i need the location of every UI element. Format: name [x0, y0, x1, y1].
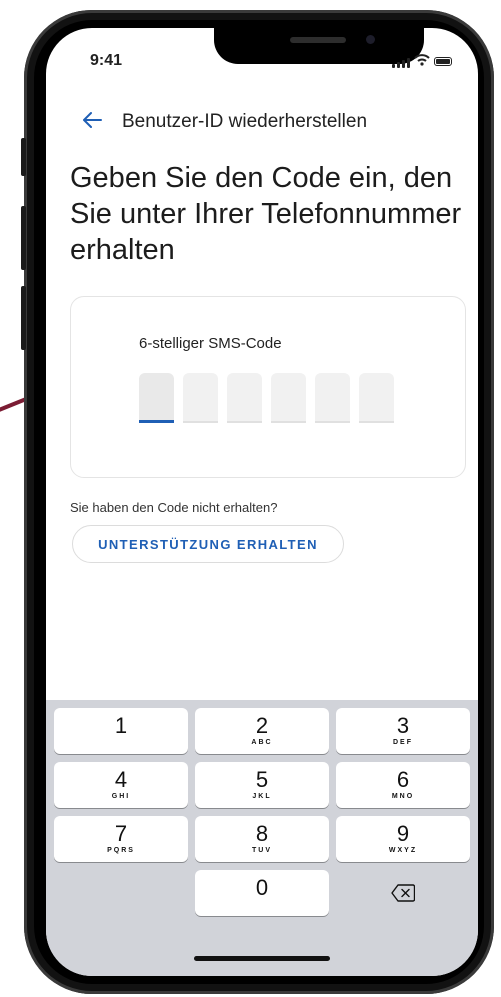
key-empty: [54, 870, 188, 916]
speaker-grille: [290, 37, 346, 43]
nav-title: Benutzer-ID wiederherstellen: [122, 111, 368, 132]
page-headline: Geben Sie den Code ein, den Sie unter Ih…: [70, 162, 462, 266]
key-7[interactable]: 7 PQRS: [54, 816, 188, 862]
sms-code-card: 6-stelliger SMS-Code: [70, 296, 466, 478]
status-icons: [392, 53, 462, 69]
key-9[interactable]: 9 WXYZ: [336, 816, 470, 862]
mute-switch: [21, 138, 26, 176]
key-0[interactable]: 0: [195, 870, 329, 916]
volume-down-button: [21, 286, 26, 350]
no-code-text: Sie haben den Code nicht erhalten?: [70, 500, 278, 515]
home-indicator[interactable]: [194, 956, 330, 961]
code-digit-input-3[interactable]: [227, 373, 262, 423]
battery-icon: [434, 57, 452, 66]
code-digit-input-4[interactable]: [271, 373, 306, 423]
key-8[interactable]: 8 TUV: [195, 816, 329, 862]
backspace-icon[interactable]: [336, 870, 470, 916]
code-digit-input-6[interactable]: [359, 373, 394, 423]
key-4[interactable]: 4 GHI: [54, 762, 188, 808]
code-digit-input-1[interactable]: [139, 373, 174, 423]
phone-screen: 9:41 Benutzer-ID wiederherstellen Geben …: [46, 28, 478, 976]
key-1[interactable]: 1: [54, 708, 188, 754]
arrow-left-icon[interactable]: [82, 110, 122, 134]
key-5[interactable]: 5 JKL: [195, 762, 329, 808]
volume-up-button: [21, 206, 26, 270]
key-2[interactable]: 2 ABC: [195, 708, 329, 754]
signal-icon: [392, 58, 410, 68]
key-3[interactable]: 3 DEF: [336, 708, 470, 754]
numeric-keypad: 1 2 ABC 3 DEF 4 GHI 5 JKL 6 MNO 7 PQRS 8: [46, 700, 478, 976]
status-time: 9:41: [90, 52, 123, 69]
code-digit-input-2[interactable]: [183, 373, 218, 423]
sms-code-label: 6-stelliger SMS-Code: [139, 335, 282, 352]
code-digit-input-5[interactable]: [315, 373, 350, 423]
get-support-button[interactable]: UNTERSTÜTZUNG ERHALTEN: [72, 525, 344, 563]
key-6[interactable]: 6 MNO: [336, 762, 470, 808]
front-camera: [366, 35, 375, 44]
nav-bar: Benutzer-ID wiederherstellen: [82, 110, 367, 134]
wifi-icon: [414, 53, 430, 69]
